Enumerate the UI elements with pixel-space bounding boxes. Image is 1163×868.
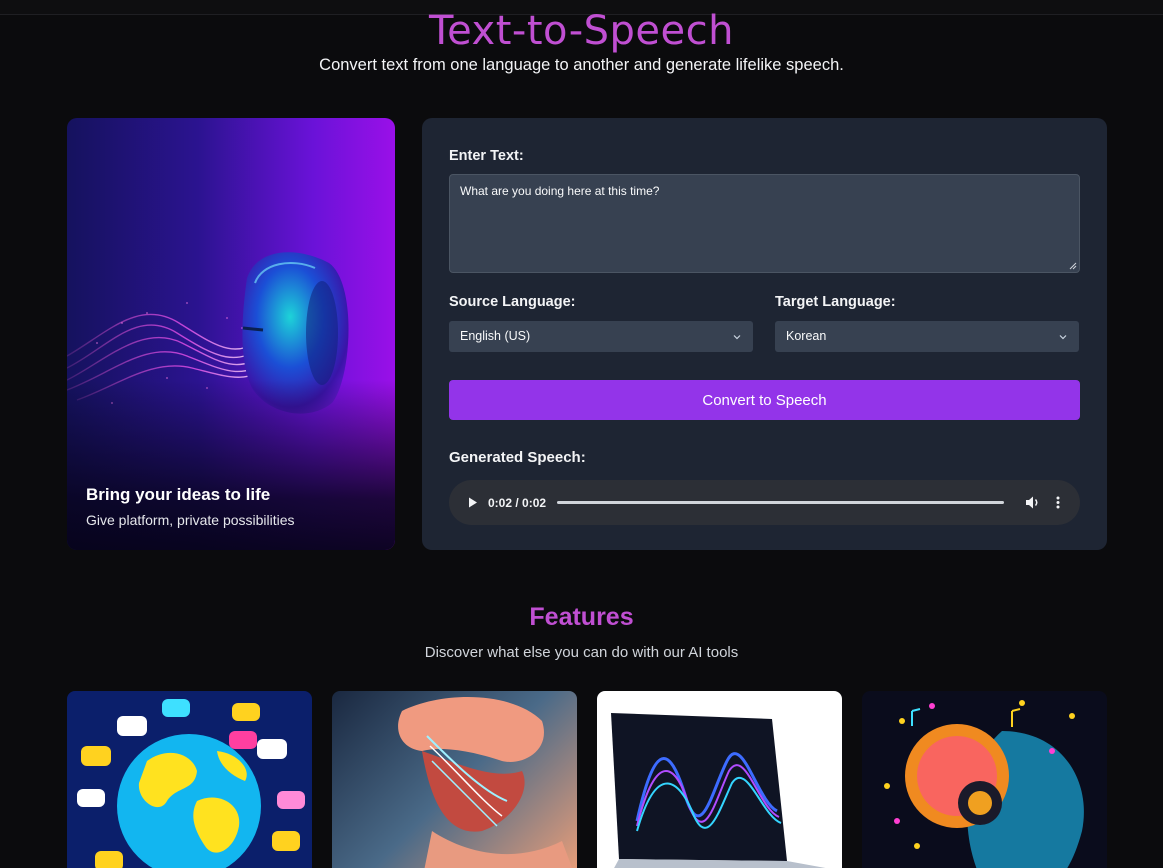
play-icon[interactable] [468, 497, 478, 508]
brain-music-icon [884, 700, 1084, 868]
chevron-down-icon [733, 335, 741, 340]
chevron-down-icon [1059, 335, 1067, 340]
lips-voice-icon [398, 697, 573, 868]
convert-to-speech-button[interactable]: Convert to Speech [449, 380, 1080, 420]
generated-speech-label: Generated Speech: [449, 449, 586, 466]
hero-image-card: Bring your ideas to life Give platform, … [67, 118, 395, 550]
card-title: Bring your ideas to life [86, 485, 271, 504]
audio-seek-bar[interactable] [557, 501, 1004, 504]
feature-card-music[interactable] [862, 691, 1107, 868]
feature-card-translation[interactable] [67, 691, 312, 868]
source-language-label: Source Language: [449, 294, 576, 310]
globe-chat-icon [77, 699, 305, 868]
enter-text-label: Enter Text: [449, 148, 524, 164]
feature-card-voice[interactable] [332, 691, 577, 868]
feature-card-audio[interactable] [597, 691, 842, 868]
volume-icon[interactable] [1025, 495, 1041, 510]
card-subtitle: Give platform, private possibilities [86, 512, 295, 528]
page-title: Text-to-Speech [428, 8, 734, 54]
page-subtitle: Convert text from one language to anothe… [319, 56, 844, 74]
text-input-value: What are you doing here at this time? [460, 184, 660, 198]
target-language-value: Korean [786, 329, 827, 343]
more-options-icon[interactable] [1055, 495, 1061, 510]
target-language-label: Target Language: [775, 294, 896, 310]
target-language-select[interactable]: Korean [775, 321, 1079, 352]
source-language-value: English (US) [460, 329, 531, 343]
laptop-waveform-icon [611, 713, 826, 868]
audio-time: 0:02 / 0:02 [488, 496, 547, 510]
features-subtitle: Discover what else you can do with our A… [424, 644, 739, 661]
tts-form-panel: Enter Text: What are you doing here at t… [422, 118, 1107, 550]
features-heading: Features [529, 603, 634, 631]
resize-handle-icon[interactable] [1069, 262, 1077, 270]
source-language-select[interactable]: English (US) [449, 321, 753, 352]
audio-player[interactable]: 0:02 / 0:02 [449, 480, 1080, 525]
text-input[interactable]: What are you doing here at this time? [449, 174, 1080, 273]
